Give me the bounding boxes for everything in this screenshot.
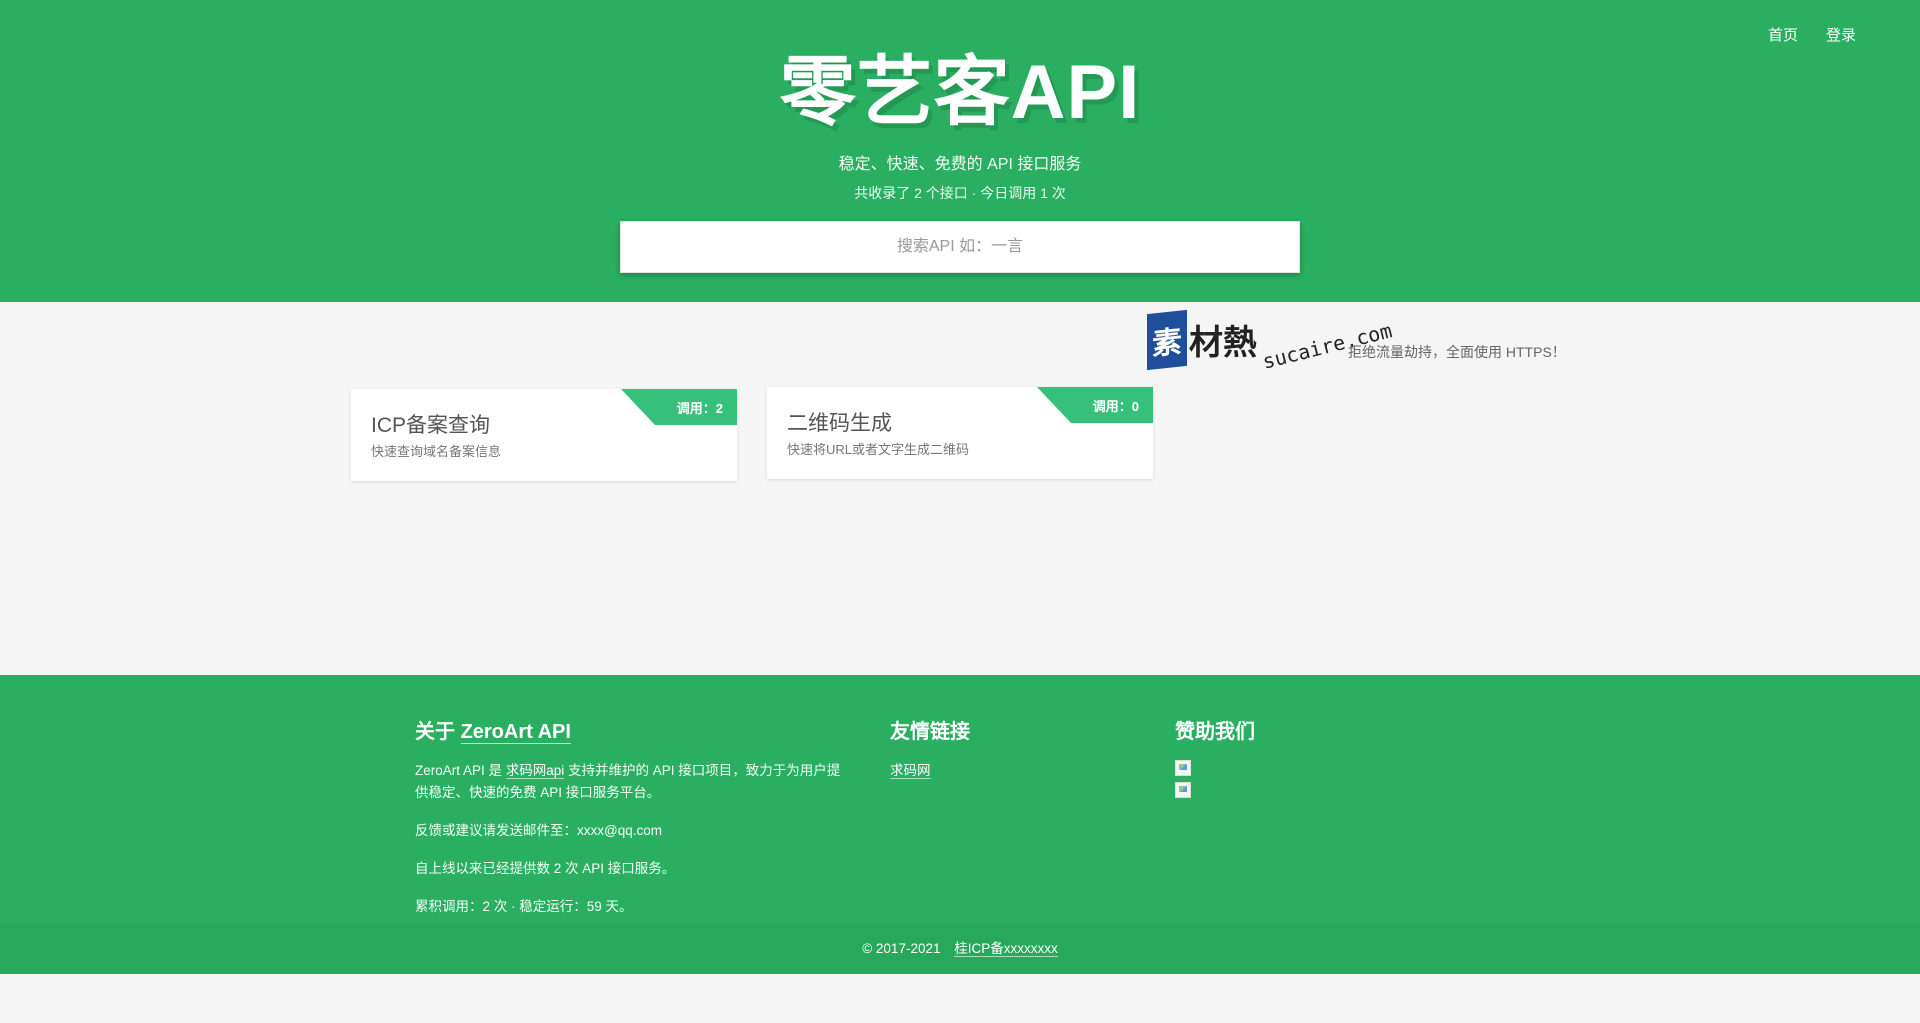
site-footer: 关于 ZeroArt API ZeroArt API 是 求码网api 支持并维… — [0, 675, 1920, 974]
site-stats: 共收录了 2 个接口 · 今日调用 1 次 — [854, 185, 1066, 201]
about-served: 自上线以来已经提供数 2 次 API 接口服务。 — [415, 861, 676, 876]
icp-link[interactable]: 桂ICP备xxxxxxxx — [954, 941, 1058, 957]
watermark-text: 材熱 — [1189, 324, 1257, 362]
search-box — [620, 221, 1300, 273]
footer-about: 关于 ZeroArt API ZeroArt API 是 求码网api 支持并维… — [415, 715, 845, 934]
nav-home-link[interactable]: 首页 — [1768, 24, 1798, 45]
about-intro-part1: ZeroArt API 是 — [415, 763, 506, 778]
about-intro: ZeroArt API 是 求码网api 支持并维护的 API 接口项目，致力于… — [415, 760, 845, 804]
footer-sponsor-heading: 赞助我们 — [1175, 721, 1255, 743]
copyright-text: © 2017-2021 — [862, 941, 941, 956]
friend-links-list: 求码网 — [890, 760, 970, 782]
api-card-desc: 快速将URL或者文字生成二维码 — [787, 442, 970, 457]
about-heading-prefix: 关于 — [415, 721, 461, 743]
hero-header: 首页 登录 零艺客API 稳定、快速、免费的 API 接口服务 共收录了 2 个… — [0, 0, 1920, 302]
copyright-bar: © 2017-2021 桂ICP备xxxxxxxx — [0, 923, 1920, 974]
sponsor-image-icon — [1175, 782, 1191, 798]
site-title: 零艺客API — [779, 50, 1141, 135]
about-feedback: 反馈或建议请发送邮件至：xxxx@qq.com — [415, 823, 662, 838]
friend-link-qiuma[interactable]: 求码网 — [890, 763, 931, 779]
api-card-title: 二维码生成 — [787, 412, 892, 435]
footer-about-heading: 关于 ZeroArt API — [415, 715, 845, 744]
api-card-desc: 快速查询域名备案信息 — [371, 444, 502, 459]
main-content: 素 材熱 sucaire.com 拒绝流量劫持，全面使用 HTTPS！ 调用：2… — [0, 302, 1920, 675]
call-count-badge: 调用：0 — [1037, 387, 1153, 423]
nav-login-link[interactable]: 登录 — [1826, 24, 1856, 45]
api-card-icp[interactable]: 调用：2 ICP备案查询 快速查询域名备案信息 — [351, 389, 737, 481]
watermark-blue-block: 素 — [1147, 309, 1187, 371]
site-subtitle: 稳定、快速、免费的 API 接口服务 — [838, 156, 1082, 173]
sponsor-image-icon — [1175, 760, 1191, 776]
https-notice: 拒绝流量劫持，全面使用 HTTPS！ — [1348, 344, 1566, 360]
call-count-badge: 调用：2 — [621, 389, 737, 425]
api-card-qrcode[interactable]: 调用：0 二维码生成 快速将URL或者文字生成二维码 — [767, 387, 1153, 479]
footer-sponsor: 赞助我们 — [1175, 715, 1255, 804]
footer-links-heading: 友情链接 — [890, 721, 970, 743]
about-zeroart-link[interactable]: ZeroArt API — [460, 721, 571, 744]
search-input[interactable] — [621, 222, 1299, 272]
about-qiuma-link[interactable]: 求码网api — [505, 763, 565, 779]
top-nav: 首页 登录 — [1768, 24, 1856, 45]
footer-links: 友情链接 求码网 — [890, 715, 970, 798]
about-summary: 累积调用：2 次 · 稳定运行：59 天。 — [415, 899, 633, 914]
api-card-title: ICP备案查询 — [371, 414, 491, 437]
